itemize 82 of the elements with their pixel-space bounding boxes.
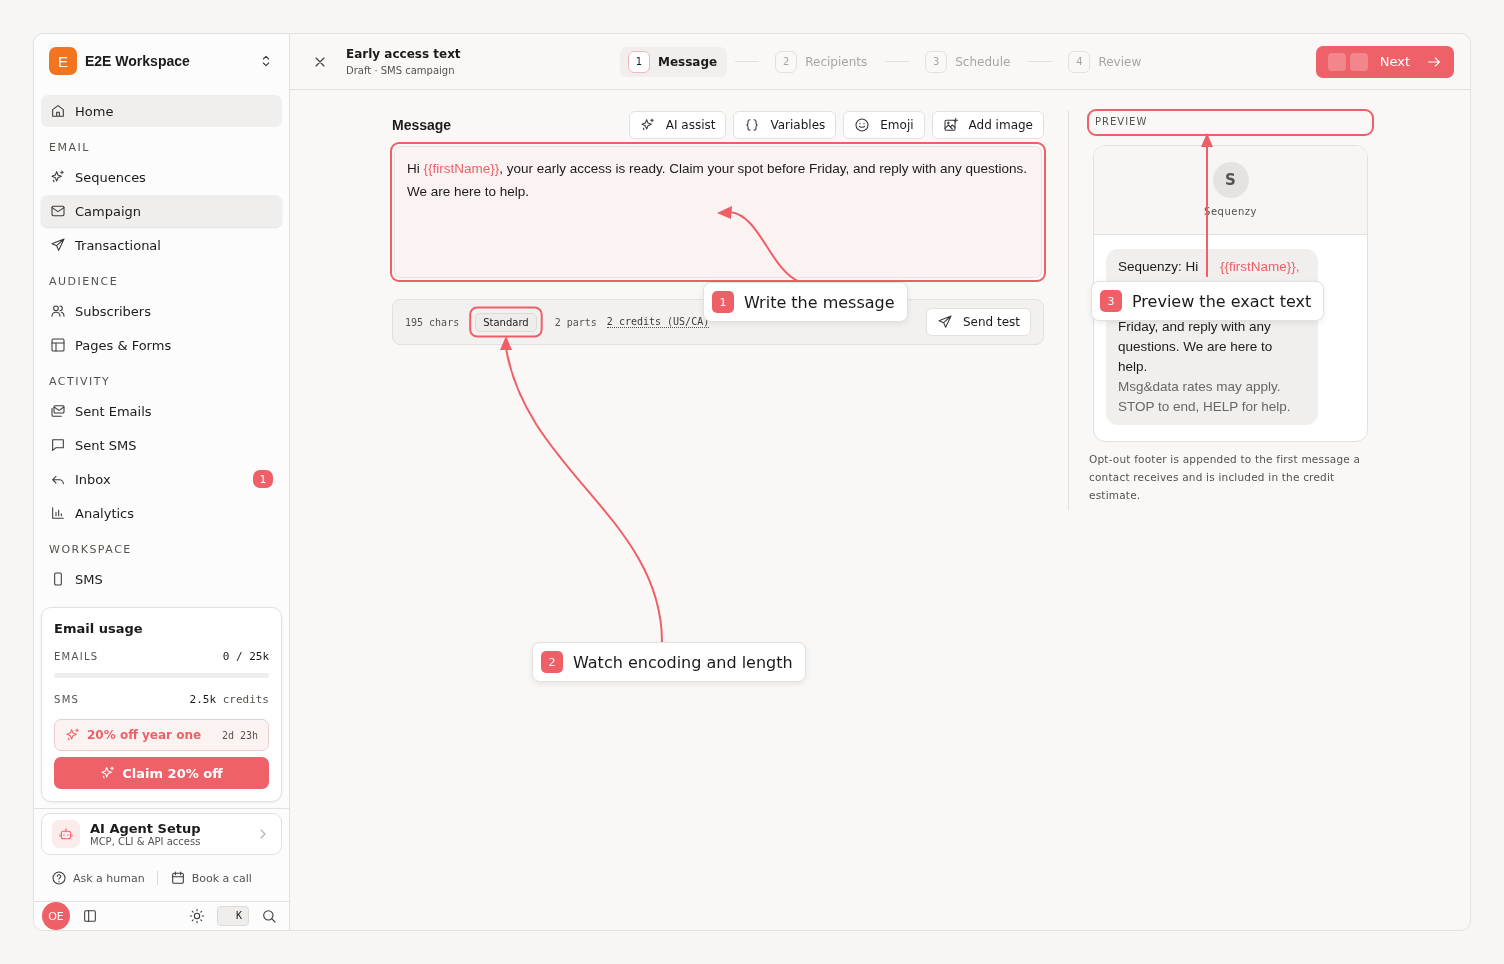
preview-note: Opt-out footer is appended to the first message a contact receives and is included in the credit estimate. <box>1089 452 1362 503</box>
sparkle-icon <box>65 727 81 743</box>
sidebar-item[interactable]: Analytics <box>41 497 282 529</box>
countdown: 2d 23h <box>221 729 258 741</box>
mail-stack-icon <box>50 403 66 419</box>
theme-toggle-button[interactable] <box>187 906 207 926</box>
step-number-badge: 3 <box>1100 290 1122 312</box>
message-text: Friday, and reply with any <box>1118 318 1272 336</box>
sidebar-item[interactable]: Subscribers <box>41 295 282 327</box>
step-tab[interactable]: 1 Message <box>620 46 728 77</box>
sparkle-icon <box>100 765 117 781</box>
usage-label: EMAILS <box>54 650 99 662</box>
section-label: ACTIVITY <box>48 374 112 390</box>
help-link[interactable]: Ask a human <box>51 870 145 886</box>
footer-text: STOP to end, HELP for help. <box>1118 398 1292 416</box>
send-icon <box>50 237 66 253</box>
smile-icon <box>854 117 871 133</box>
shortcut-key: K <box>217 906 249 926</box>
toolbar-button[interactable]: AI assist <box>628 111 727 139</box>
section-label: EMAIL <box>48 140 91 156</box>
sidebar-item[interactable]: Pages & Forms <box>41 329 282 361</box>
section-label: AUDIENCE <box>48 274 120 290</box>
char-count: 195 chars <box>405 316 460 328</box>
usage-title: Email usage <box>54 621 144 636</box>
sparkle-icon <box>639 117 656 133</box>
workspace-name: E2E Workspace <box>85 53 191 69</box>
mail-icon <box>50 203 66 219</box>
layout-icon <box>50 337 66 353</box>
toolbar-button[interactable]: Emoji <box>843 111 925 139</box>
send-test-button[interactable]: Send test <box>925 308 1031 336</box>
search-icon <box>261 908 277 924</box>
callout-text: Preview the exact text <box>1132 291 1312 311</box>
agent-subtitle: MCP, CLI & API access <box>90 836 202 847</box>
step-number-badge: 2 <box>541 651 563 673</box>
sidebar-item[interactable]: Sent SMS <box>41 429 282 461</box>
encoding-badge: Standard <box>475 312 537 332</box>
sidebar-item[interactable]: SMS <box>41 563 282 595</box>
sidebar-item[interactable]: Campaign <box>41 195 282 227</box>
users-icon <box>50 303 66 319</box>
usage-value: 0 / 25k <box>222 649 269 663</box>
agent-title: AI Agent Setup <box>90 821 202 836</box>
panel-icon <box>82 908 98 924</box>
usage-label: SMS <box>54 693 80 705</box>
footer-text: Msg&data rates may apply. <box>1118 378 1282 396</box>
message-text: help. <box>1118 358 1149 376</box>
count-badge: 1 <box>253 470 273 488</box>
preview-label: PREVIEW <box>1094 115 1149 129</box>
toolbar-button[interactable]: Add image <box>931 111 1044 139</box>
workspace-logo: E <box>49 47 77 75</box>
sidebar-item[interactable]: Sent Emails <box>41 395 282 427</box>
promo-text: 20% off year one <box>87 728 203 742</box>
bar-chart-icon <box>50 505 66 521</box>
help-link[interactable]: Book a call <box>169 870 252 886</box>
sidebar-item[interactable]: Home <box>41 95 282 127</box>
parts-count: 2 parts <box>554 316 597 328</box>
usage-value: 2.5k credits <box>189 692 269 706</box>
sparkle-icon <box>50 169 66 185</box>
sun-icon <box>189 908 205 924</box>
image-plus-icon <box>942 117 959 133</box>
toolbar-button[interactable]: Variables <box>733 111 837 139</box>
callout-text: Write the message <box>744 292 895 312</box>
campaign-status: Draft · SMS campaign <box>346 65 456 76</box>
field-label: Message <box>392 117 452 133</box>
message-field[interactable]: Hi {{firstName}}, your early access is ready. Claim your spot before Friday, and reply with any questions. We are here to help. <box>394 146 1042 278</box>
sidebar-item[interactable]: Transactional <box>41 229 282 261</box>
home-icon <box>50 103 66 119</box>
send-icon <box>936 314 953 330</box>
chat-icon <box>50 437 66 453</box>
agent-setup-card[interactable]: AI Agent Setup MCP, CLI & API access <box>41 813 282 855</box>
campaign-title: Early access text <box>346 47 462 61</box>
calendar-icon <box>169 870 186 886</box>
help-icon <box>51 870 67 886</box>
step-number-badge: 1 <box>712 291 734 313</box>
section-label: WORKSPACE <box>48 542 133 558</box>
braces-icon <box>744 117 761 133</box>
message-text: Sequenzy: Hi {{firstName}}, <box>1118 258 1301 276</box>
sidebar-item[interactable]: Sequences <box>41 161 282 193</box>
message-text: questions. We are here to <box>1118 338 1274 356</box>
robot-icon <box>58 826 74 842</box>
sender-avatar: S <box>1212 162 1249 198</box>
callout-text: Watch encoding and length <box>573 652 793 672</box>
sidebar-item[interactable]: Inbox 1 <box>41 463 282 495</box>
